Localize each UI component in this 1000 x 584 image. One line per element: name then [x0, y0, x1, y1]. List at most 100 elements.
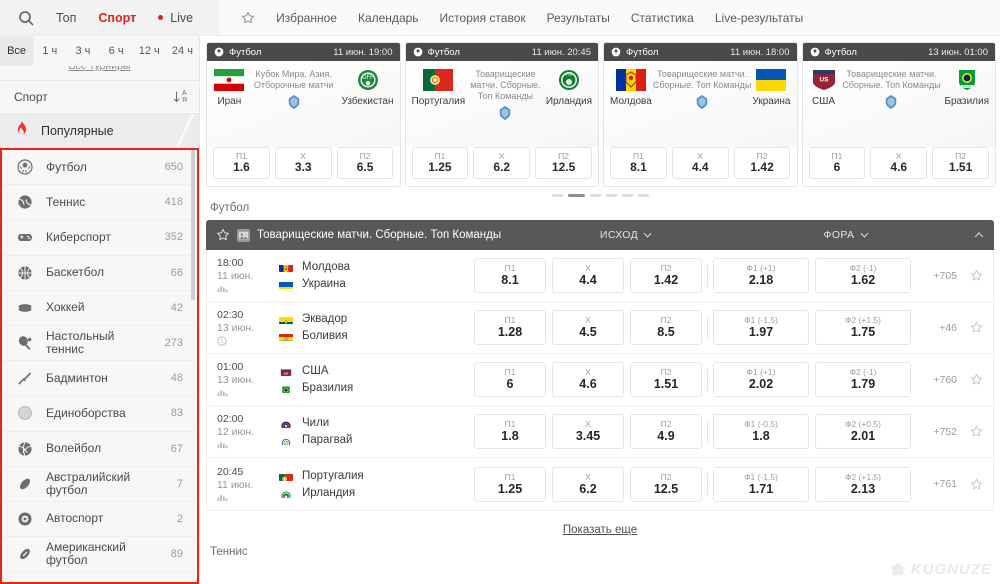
sort-alphabetical-button[interactable]: А Я: [172, 90, 187, 104]
odds-button[interactable]: П1 8.1: [610, 147, 667, 179]
carousel-dot[interactable]: [551, 194, 563, 197]
sidebar-item-sport[interactable]: Бейсбол50: [2, 572, 197, 582]
tournament-favorite-star-icon[interactable]: [216, 228, 230, 242]
odds-button-handicap[interactable]: Ф2 (+1.5) 2.13: [815, 466, 911, 502]
table-row[interactable]: 02:00 12 июн. Чили Парагвай П1 1.8 X 3.45 П2 4.9 Ф…: [207, 406, 993, 458]
more-markets-count[interactable]: +752: [911, 426, 957, 438]
odds-button-outcome[interactable]: П1 1.25: [474, 466, 546, 502]
match-stats-icon[interactable]: [217, 283, 265, 294]
carousel-dot[interactable]: [589, 194, 601, 197]
more-markets-count[interactable]: +761: [911, 478, 957, 490]
featured-event-card[interactable]: Футбол 11 июн. 20:45 Португалия Товарищески…: [404, 42, 599, 187]
odds-button-outcome[interactable]: П2 1.51: [630, 362, 702, 397]
time-tab-6h[interactable]: 6 ч: [100, 36, 133, 66]
sidebar-item-popular[interactable]: Популярные: [0, 114, 199, 148]
show-more-button[interactable]: Показать еще: [563, 524, 637, 536]
sidebar-item-sport[interactable]: Волейбол 67: [2, 432, 197, 467]
more-markets-count[interactable]: +760: [911, 374, 957, 386]
odds-button[interactable]: П1 6: [808, 147, 866, 179]
sidebar-item-sport[interactable]: Бадминтон 48: [2, 361, 197, 397]
sidebar-scrollbar[interactable]: [191, 150, 195, 300]
odds-button-outcome[interactable]: X 3.45: [552, 414, 624, 449]
odds-button-outcome[interactable]: П1 1.8: [474, 414, 546, 449]
odds-button-handicap[interactable]: Ф2 (-1) 1.62: [815, 258, 911, 293]
odds-button[interactable]: X 3.3: [274, 147, 332, 179]
row-favorite-star-icon[interactable]: [957, 373, 983, 386]
odds-button[interactable]: П2 1.51: [932, 147, 989, 179]
odds-button-outcome[interactable]: X 6.2: [552, 466, 624, 502]
odds-button-handicap[interactable]: Ф1 (+1) 2.02: [713, 362, 809, 397]
carousel-dot[interactable]: [621, 194, 633, 197]
featured-event-card[interactable]: Футбол 13 июн. 01:00 US США Товарищеские мат…: [801, 42, 996, 187]
odds-button[interactable]: X 4.4: [671, 147, 729, 179]
odds-button-handicap[interactable]: Ф1 (-1.5) 1.97: [713, 310, 809, 345]
time-tab-3h[interactable]: 3 ч: [66, 36, 99, 66]
tournament-collapse-button[interactable]: [950, 232, 984, 238]
odds-button[interactable]: П2 12.5: [535, 147, 592, 179]
sidebar-item-sport[interactable]: Хоккей 42: [2, 291, 197, 326]
sidebar-item-sport[interactable]: Теннис 418: [2, 185, 197, 221]
odds-button-handicap[interactable]: Ф2 (-1) 1.79: [815, 362, 911, 397]
match-stats-icon[interactable]: [217, 439, 265, 450]
odds-button-outcome[interactable]: П2 12.5: [630, 466, 702, 502]
odds-button-handicap[interactable]: Ф2 (+1.5) 1.75: [815, 310, 911, 345]
time-tab-all[interactable]: Все: [0, 36, 34, 66]
nav-item-sport[interactable]: Спорт: [98, 11, 136, 25]
odds-button-outcome[interactable]: X 4.4: [552, 258, 624, 293]
column-header-outcome[interactable]: ИСХОД: [510, 229, 742, 241]
column-header-fora[interactable]: ФОРА: [742, 229, 950, 241]
star-icon[interactable]: [241, 11, 255, 25]
odds-button-handicap[interactable]: Ф1 (-0.5) 1.8: [713, 414, 809, 449]
search-icon[interactable]: [18, 10, 34, 26]
match-stats-icon[interactable]: 1: [217, 335, 265, 346]
nav-item-top[interactable]: Топ: [56, 11, 76, 25]
odds-button[interactable]: X 6.2: [473, 147, 531, 179]
sidebar-item-sport[interactable]: Австралийский футбол 7: [2, 467, 197, 502]
odds-button[interactable]: П1 1.6: [213, 147, 270, 179]
sidebar-item-sport[interactable]: Футбол 650: [2, 150, 197, 186]
nav-link-statistics[interactable]: Статистика: [631, 11, 694, 25]
all-tournaments-link[interactable]: Все турниры: [69, 66, 131, 72]
nav-link-favorites[interactable]: Избранное: [276, 11, 337, 25]
carousel-dot[interactable]: [637, 194, 649, 197]
featured-event-card[interactable]: Футбол 11 июн. 19:00 Иран Кубок Мира. Азия.…: [206, 42, 401, 187]
row-favorite-star-icon[interactable]: [957, 269, 983, 282]
time-tab-1h[interactable]: 1 ч: [33, 36, 66, 66]
odds-button[interactable]: П2 1.42: [733, 147, 791, 179]
odds-button-outcome[interactable]: П1 8.1: [474, 258, 546, 293]
odds-button[interactable]: П2 6.5: [336, 147, 394, 179]
sidebar-item-sport[interactable]: Баскетбол 66: [2, 256, 197, 291]
odds-button[interactable]: X 4.6: [870, 147, 928, 179]
nav-link-bet-history[interactable]: История ставок: [440, 11, 526, 25]
odds-button-outcome[interactable]: П1 1.28: [474, 310, 546, 345]
table-row[interactable]: 18:00 11 июн. Молдова Украина П1 8.1 X 4.4 П2 1.4…: [207, 250, 993, 302]
match-stats-icon[interactable]: [217, 387, 265, 398]
row-favorite-star-icon[interactable]: [957, 321, 983, 334]
sidebar-item-sport[interactable]: Киберспорт 352: [2, 220, 197, 256]
odds-button-outcome[interactable]: П2 4.9: [630, 414, 702, 449]
nav-item-live[interactable]: Live: [158, 11, 193, 25]
odds-button-handicap[interactable]: Ф2 (+0.5) 2.01: [815, 414, 911, 449]
nav-link-live-results[interactable]: Live-результаты: [715, 11, 803, 25]
odds-button[interactable]: П1 1.25: [411, 147, 469, 179]
row-favorite-star-icon[interactable]: [957, 478, 983, 491]
odds-button-outcome[interactable]: X 4.6: [552, 362, 624, 397]
featured-event-card[interactable]: Футбол 11 июн. 18:00 Молдова Товарищеские м…: [603, 42, 798, 187]
sidebar-item-sport[interactable]: Американский футбол 89: [2, 537, 197, 573]
table-row[interactable]: 20:45 11 июн. Португалия FAI Ирландия П1 1.25 X…: [207, 458, 993, 510]
more-markets-count[interactable]: +705: [911, 270, 957, 282]
odds-button-handicap[interactable]: Ф1 (-1.5) 1.71: [713, 466, 809, 502]
time-tab-24h[interactable]: 24 ч: [166, 36, 199, 66]
carousel-dot[interactable]: [567, 194, 585, 197]
odds-button-handicap[interactable]: Ф1 (+1) 2.18: [713, 258, 809, 293]
time-tab-12h[interactable]: 12 ч: [133, 36, 166, 66]
nav-link-calendar[interactable]: Календарь: [358, 11, 419, 25]
odds-button-outcome[interactable]: П1 6: [474, 362, 546, 397]
odds-button-outcome[interactable]: П2 8.5: [630, 310, 702, 345]
sidebar-item-sport[interactable]: Единоборства 83: [2, 396, 197, 432]
match-stats-icon[interactable]: [217, 492, 265, 503]
nav-link-results[interactable]: Результаты: [547, 11, 610, 25]
sidebar-item-sport[interactable]: Настольный теннис 273: [2, 326, 197, 362]
sidebar-item-sport[interactable]: Автоспорт 2: [2, 502, 197, 538]
more-markets-count[interactable]: +46: [911, 322, 957, 334]
